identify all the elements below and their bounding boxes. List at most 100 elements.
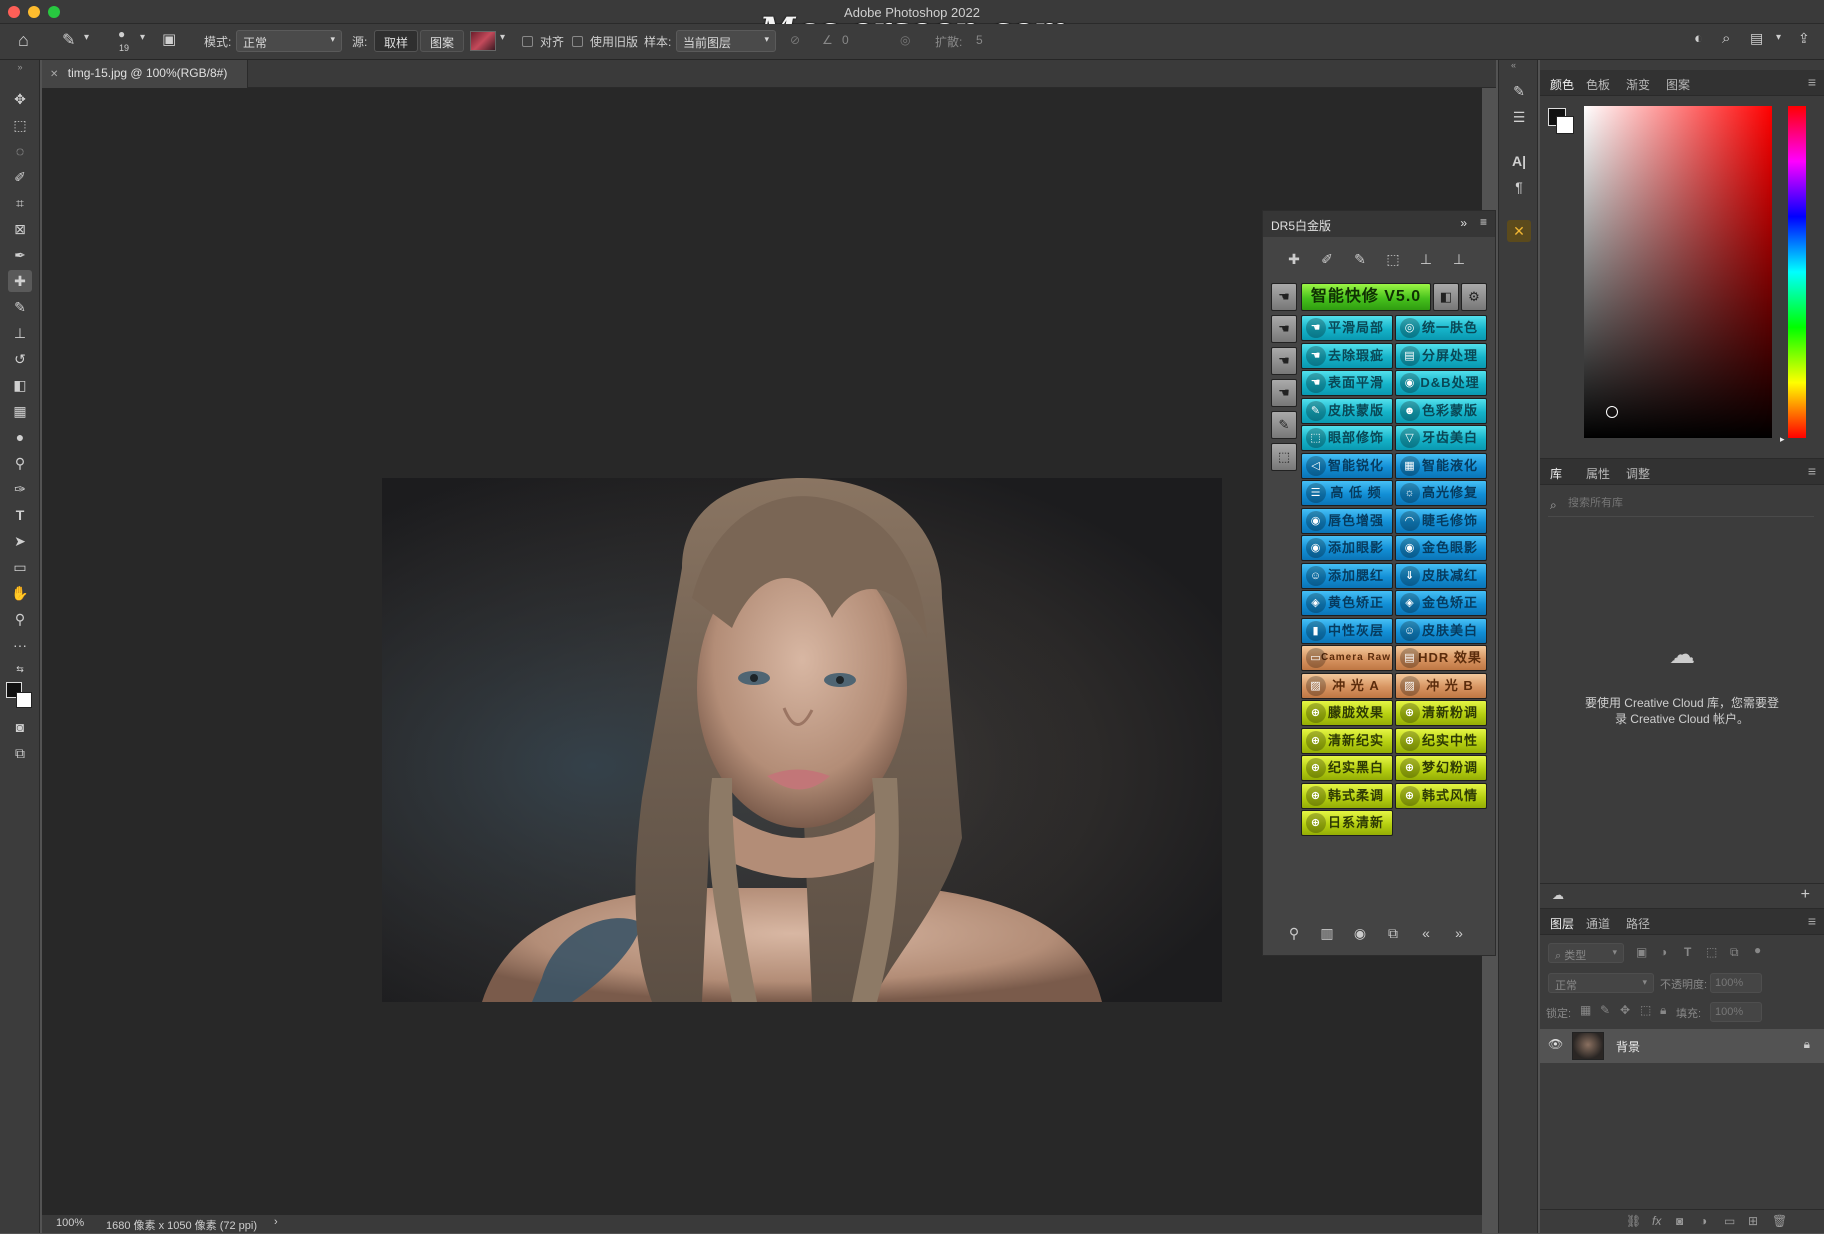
stamp-icon[interactable]: ⊥: [1413, 247, 1439, 271]
diffuse-value[interactable]: 5: [976, 33, 983, 47]
tab-patterns[interactable]: 图案: [1666, 76, 1690, 93]
collapse-panel-icon[interactable]: »: [1460, 216, 1467, 230]
eyedropper-tool-icon[interactable]: ✒: [8, 244, 32, 266]
layer-style-icon[interactable]: fx: [1652, 1214, 1661, 1228]
chevron-down-icon[interactable]: ▾: [140, 32, 145, 43]
blur-tool-icon[interactable]: ●: [8, 426, 32, 448]
adjust-sliders-icon[interactable]: ☰: [1507, 106, 1531, 128]
pattern-swatch[interactable]: [470, 31, 496, 51]
cloud-sync-icon[interactable]: ☁: [1552, 888, 1564, 902]
tab-library[interactable]: 库: [1550, 465, 1562, 482]
hand-tool-icon[interactable]: ✋: [8, 582, 32, 604]
side-hand-icon[interactable]: ☚: [1271, 315, 1297, 343]
link-layers-icon[interactable]: ⛓︎: [1626, 1214, 1641, 1228]
drs-button[interactable]: ◉ 添加眼影: [1301, 535, 1393, 561]
eye-icon[interactable]: 👁︎: [1548, 1037, 1563, 1051]
new-layer-icon[interactable]: ⊞: [1748, 1214, 1758, 1228]
panel-menu-icon[interactable]: ≡: [1480, 215, 1487, 229]
drs-plugin-icon[interactable]: ✕: [1507, 220, 1531, 242]
drs-button[interactable]: ▤ HDR 效果: [1395, 645, 1487, 671]
source-pattern-button[interactable]: 图案: [420, 30, 464, 52]
drs-button[interactable]: ▨ 冲 光 A: [1301, 672, 1393, 699]
settings-swatch-icon[interactable]: ⚙: [1461, 283, 1487, 311]
path-select-tool-icon[interactable]: ➤: [8, 530, 32, 552]
tab-color[interactable]: 颜色: [1550, 76, 1574, 93]
clone-stamp-tool-icon[interactable]: ⊥: [8, 322, 32, 344]
quick-mask-icon[interactable]: ◙: [8, 716, 32, 738]
chevron-right-icon[interactable]: ›: [274, 1216, 278, 1228]
drs-button[interactable]: ✎ 皮肤蒙版: [1301, 397, 1393, 424]
chevron-down-icon[interactable]: ▾: [84, 32, 89, 43]
drs-button[interactable]: ◉ 金色眼影: [1395, 535, 1487, 561]
angle-value[interactable]: 0: [842, 33, 849, 47]
copy-icon[interactable]: ⧉: [1380, 921, 1406, 945]
drs-button[interactable]: ☚ 平滑局部: [1301, 315, 1393, 341]
drs-button[interactable]: ◉ D&B处理: [1395, 370, 1487, 396]
drs-button[interactable]: ⊕ 纪实黑白: [1301, 755, 1393, 781]
source-sample-button[interactable]: 取样: [374, 30, 418, 52]
drs-button[interactable]: ☺ 皮肤美白: [1395, 617, 1487, 644]
lock-image-icon[interactable]: ✎: [1600, 1003, 1610, 1017]
hue-slider-thumb[interactable]: ▸: [1780, 434, 1785, 445]
move-tool-icon[interactable]: ✥: [8, 88, 32, 110]
gradient-tool-icon[interactable]: ▦: [8, 400, 32, 422]
drs-button[interactable]: ◠ 睫毛修饰: [1395, 507, 1487, 534]
layer-row-background[interactable]: 👁︎ 背景 🔒︎: [1540, 1029, 1824, 1063]
panel-menu-icon[interactable]: ≡: [1808, 463, 1816, 479]
brush-dot-icon[interactable]: ●: [118, 27, 125, 41]
filter-smart-object-icon[interactable]: ⧉: [1730, 945, 1739, 960]
drs-button[interactable]: ⊕ 清新粉调: [1395, 700, 1487, 726]
tab-gradients[interactable]: 渐变: [1626, 76, 1650, 93]
panel-menu-icon[interactable]: ≡: [1808, 913, 1816, 929]
drs-button[interactable]: ☰ 高 低 频: [1301, 480, 1393, 506]
tab-layers[interactable]: 图层: [1550, 915, 1574, 932]
screen-mode-icon[interactable]: ⧉: [8, 742, 32, 764]
drs-button[interactable]: ◉ 唇色增强: [1301, 507, 1393, 534]
color-picker-field[interactable]: [1584, 106, 1772, 438]
drs-button[interactable]: ▤ 分屏处理: [1395, 342, 1487, 369]
film-icon[interactable]: ▥: [1314, 921, 1340, 945]
zoom-tool-icon[interactable]: ⚲: [8, 608, 32, 630]
panel-menu-icon[interactable]: ≡: [1808, 74, 1816, 90]
document-tab[interactable]: ✕ timg-15.jpg @ 100%(RGB/8#): [42, 60, 248, 88]
filter-pixel-icon[interactable]: ▣: [1636, 945, 1647, 959]
document-image[interactable]: [382, 478, 1222, 1002]
lock-transparent-icon[interactable]: ▦: [1580, 1003, 1591, 1017]
drs-button[interactable]: ⊕ 韩式风情: [1395, 782, 1487, 809]
healing-brush-tool-icon[interactable]: ✚: [8, 270, 32, 292]
drs-button[interactable]: ◈ 黄色矫正: [1301, 590, 1393, 616]
opacity-input[interactable]: 100%: [1710, 973, 1762, 993]
side-select-icon[interactable]: ⬚: [1271, 443, 1297, 471]
drs-button[interactable]: ⊕ 日系清新: [1301, 810, 1393, 836]
drs-button[interactable]: ◁ 智能锐化: [1301, 452, 1393, 479]
eraser-tool-icon[interactable]: ◧: [8, 374, 32, 396]
user-icon[interactable]: ◐: [1694, 30, 1703, 47]
lock-position-icon[interactable]: ✥: [1620, 1003, 1630, 1017]
side-hand-icon[interactable]: ☚: [1271, 379, 1297, 407]
filter-adjustment-icon[interactable]: ◑: [1660, 945, 1667, 959]
drs-button[interactable]: ▨ 冲 光 B: [1395, 672, 1487, 699]
side-hand-icon[interactable]: ☚: [1271, 283, 1297, 311]
workspace-icon[interactable]: ▤: [1750, 30, 1763, 47]
more-tools-icon[interactable]: ···: [8, 634, 32, 656]
view-icon[interactable]: ◉: [1347, 921, 1373, 945]
drs-button[interactable]: ⇓ 皮肤减红: [1395, 562, 1487, 589]
pattern-stamp-icon[interactable]: ⊥: [1446, 247, 1472, 271]
background-color-swatch[interactable]: [16, 692, 32, 708]
add-icon[interactable]: +: [1801, 886, 1810, 904]
history-brush-tool-icon[interactable]: ↺: [8, 348, 32, 370]
library-search-input[interactable]: [1568, 497, 1808, 509]
drs-button[interactable]: ⊕ 韩式柔调: [1301, 782, 1393, 809]
patch-icon[interactable]: ✐: [1314, 247, 1340, 271]
drs-button[interactable]: ▽ 牙齿美白: [1395, 425, 1487, 451]
tab-properties[interactable]: 属性: [1586, 465, 1610, 482]
pen-tool-icon[interactable]: ✑: [8, 478, 32, 500]
filter-shape-icon[interactable]: ⬚: [1706, 945, 1717, 959]
new-group-icon[interactable]: ▭: [1724, 1214, 1735, 1228]
side-brush-icon[interactable]: ✎: [1271, 411, 1297, 439]
chevron-right-icon[interactable]: »: [1446, 921, 1472, 945]
align-checkbox[interactable]: [522, 36, 533, 47]
ignore-adjustment-icon[interactable]: ⊘: [790, 33, 800, 47]
filter-type-icon[interactable]: T: [1684, 945, 1691, 959]
chevron-left-icon[interactable]: «: [1413, 921, 1439, 945]
